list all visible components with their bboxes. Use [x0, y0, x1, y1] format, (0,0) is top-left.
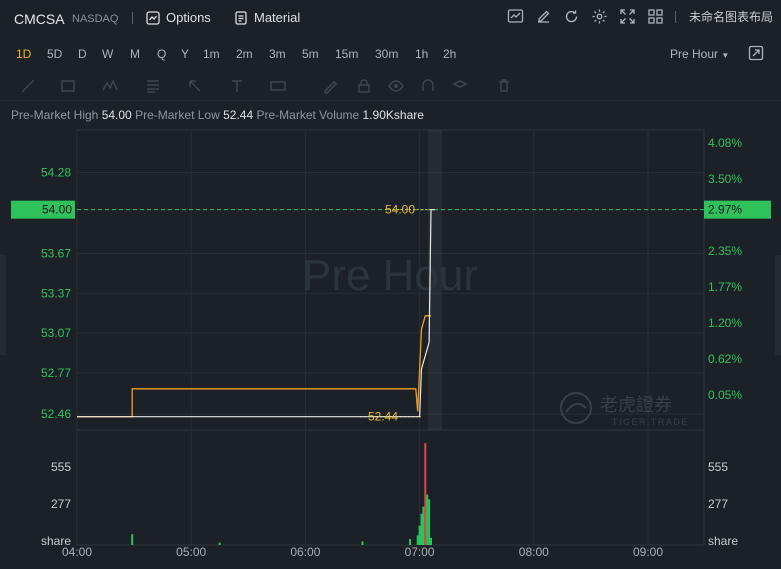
chart-labels: 54.00 2.97% 54.00 52.44 — [11, 200, 771, 424]
y-right-tick-label: 0.62% — [708, 352, 742, 366]
volume-tick-label: 277 — [51, 497, 71, 511]
volume-bar — [416, 535, 419, 545]
logo-subtext: TIGER TRADE — [612, 417, 689, 427]
chart-lines — [77, 209, 704, 418]
current-price-text: 54.00 — [42, 203, 72, 217]
tiger-logo: 老虎證券 TIGER TRADE — [560, 392, 689, 427]
current-pct-text: 2.97% — [708, 203, 742, 217]
volume-bar — [418, 525, 421, 545]
volume-tick-label-right: share — [708, 534, 738, 548]
y-right-tick-label: 4.08% — [708, 136, 742, 150]
volume-bar — [422, 506, 425, 545]
y-right-tick-label: 1.20% — [708, 316, 742, 330]
y-tick-label: 53.07 — [41, 326, 71, 340]
volume-bar — [426, 494, 429, 545]
volume-bar — [361, 541, 364, 545]
low-marker-label: 52.44 — [368, 410, 398, 424]
x-tick-label: 09:00 — [633, 545, 663, 559]
volume-tick-label: share — [41, 534, 71, 548]
plot-frame — [76, 129, 705, 546]
price-chart[interactable]: Pre Hour 老虎證券 TIGER TRADE 04:00 05:00 06:0… — [0, 0, 781, 569]
avg-line — [77, 209, 435, 418]
volume-bar — [420, 513, 423, 545]
volume-bars — [131, 443, 433, 545]
logo-text: 老虎證券 — [600, 395, 672, 416]
y-right-tick-label: 3.50% — [708, 172, 742, 186]
volume-bar — [218, 542, 221, 545]
watermark: Pre Hour — [302, 251, 478, 300]
y-tick-label: 53.67 — [41, 246, 71, 260]
x-tick-label: 07:00 — [405, 545, 435, 559]
volume-bar — [131, 534, 134, 545]
volume-tick-label-right: 277 — [708, 497, 728, 511]
y-right-tick-label: 1.77% — [708, 280, 742, 294]
chart-grid — [76, 129, 705, 546]
y-tick-label: 52.46 — [41, 407, 71, 421]
y-right-tick-label: 2.35% — [708, 244, 742, 258]
y-tick-label: 53.37 — [41, 286, 71, 300]
chart-axes: 04:0005:0006:0007:0008:0009:0054.2853.98… — [41, 136, 742, 559]
y-right-tick-label: 0.05% — [708, 388, 742, 402]
volume-bar — [409, 539, 412, 545]
x-tick-label: 05:00 — [176, 545, 206, 559]
y-tick-label: 52.77 — [41, 366, 71, 380]
y-tick-label: 54.28 — [41, 165, 71, 179]
volume-tick-label: 555 — [51, 460, 71, 474]
x-tick-label: 08:00 — [519, 545, 549, 559]
high-marker-label: 54.00 — [385, 203, 415, 217]
price-line — [77, 315, 431, 418]
volume-bar — [428, 499, 431, 545]
volume-bar — [430, 537, 433, 545]
x-tick-label: 06:00 — [290, 545, 320, 559]
volume-bar — [424, 443, 427, 545]
tiger-logo-icon — [560, 392, 592, 424]
volume-tick-label-right: 555 — [708, 460, 728, 474]
